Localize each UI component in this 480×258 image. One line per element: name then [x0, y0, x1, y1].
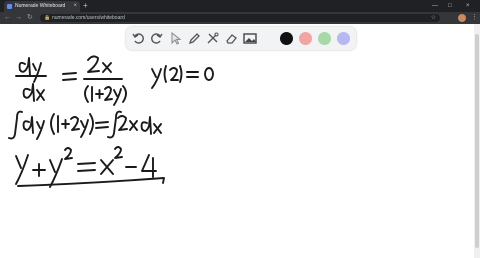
tools-icon[interactable]	[204, 30, 220, 46]
back-button[interactable]: ←	[4, 13, 11, 23]
browser-tab-bar: Numerade Whiteboard × + — □ ×	[0, 0, 480, 12]
profile-avatar[interactable]	[458, 14, 466, 22]
tab-title: Numerade Whiteboard	[15, 3, 66, 9]
reload-button[interactable]: ↻	[27, 13, 33, 23]
bookmark-star-icon[interactable]: ☆	[431, 14, 436, 22]
vertical-scrollbar[interactable]	[474, 24, 480, 258]
tab-close-button[interactable]: ×	[73, 2, 77, 11]
minimize-button[interactable]: —	[432, 1, 438, 11]
close-window-button[interactable]: ×	[466, 1, 470, 11]
favicon-icon	[7, 4, 12, 9]
browser-tab[interactable]: Numerade Whiteboard ×	[4, 1, 80, 12]
browser-toolbar: ← → ↻ 🔒 numerade.com/users/whiteboard ☆	[0, 12, 480, 24]
redo-icon[interactable]	[148, 30, 164, 46]
eraser-icon[interactable]	[223, 30, 239, 46]
whiteboard-toolbar	[126, 27, 356, 50]
answer-underline	[17, 177, 165, 187]
url-text: numerade.com/users/whiteboard	[52, 15, 125, 21]
image-icon[interactable]	[242, 30, 258, 46]
select-icon[interactable]	[167, 30, 183, 46]
color-swatch-green[interactable]	[318, 32, 331, 45]
undo-icon[interactable]	[130, 30, 146, 46]
address-bar[interactable]: 🔒 numerade.com/users/whiteboard ☆	[40, 14, 440, 22]
pen-icon[interactable]	[186, 30, 202, 46]
color-swatch-black[interactable]	[280, 32, 293, 45]
new-tab-button[interactable]: +	[83, 1, 88, 11]
color-swatch-purple[interactable]	[337, 32, 350, 45]
2x-over-1-plus-2y	[83, 55, 127, 106]
whiteboard-canvas[interactable]	[0, 24, 480, 258]
lock-icon: 🔒	[44, 15, 51, 21]
browser-menu-icon[interactable]: ⋮	[471, 12, 478, 24]
result-equation	[15, 146, 157, 188]
scrollbar-thumb[interactable]	[475, 34, 479, 248]
forward-button[interactable]: →	[15, 13, 22, 23]
color-swatch-red[interactable]	[299, 32, 312, 45]
maximize-button[interactable]: □	[448, 1, 452, 11]
initial-condition	[151, 65, 214, 89]
dy-dx-fraction	[15, 57, 47, 102]
integral-equation	[8, 110, 162, 140]
equals-sign-1	[62, 72, 77, 81]
